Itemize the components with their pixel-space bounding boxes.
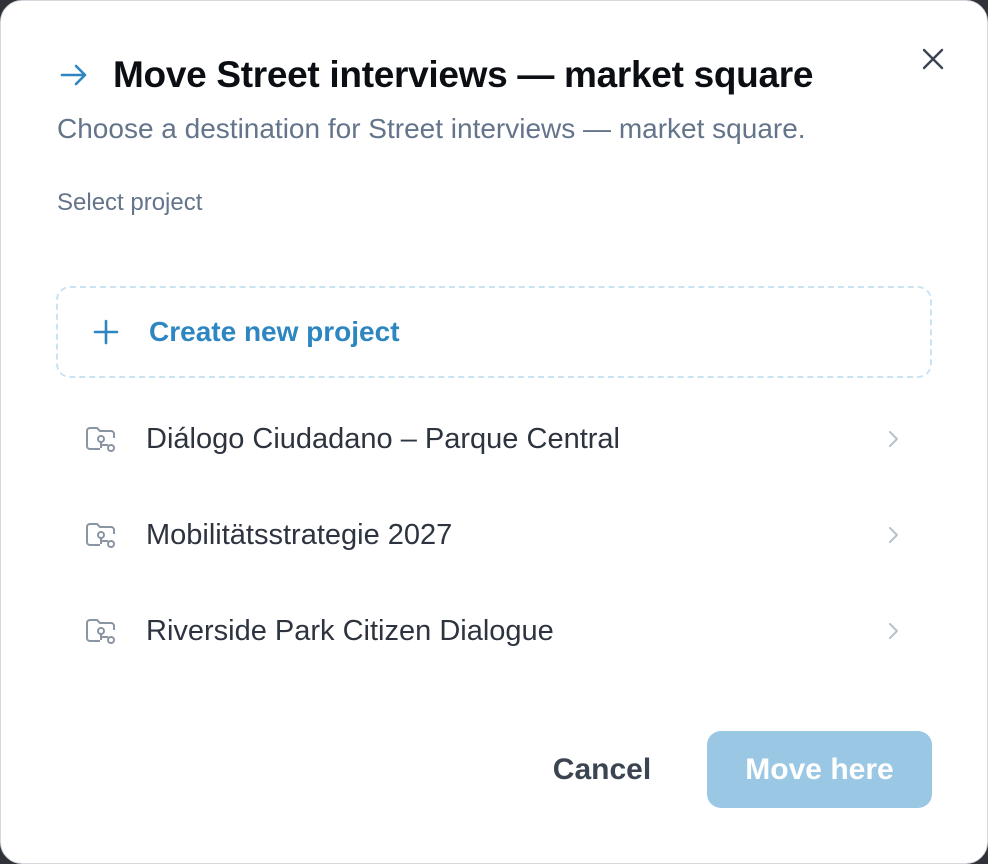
move-dialog: Move Street interviews — market square C… [0,0,988,864]
project-item-label: Riverside Park Citizen Dialogue [146,614,554,647]
create-new-project-button[interactable]: Create new project [56,286,932,378]
select-project-label: Select project [57,189,203,216]
plus-icon [91,317,121,347]
chevron-right-icon [884,523,902,547]
cancel-button[interactable]: Cancel [529,733,675,807]
project-list: Diálogo Ciudadano – Parque Central Mobil… [56,391,932,679]
project-item-label: Diálogo Ciudadano – Parque Central [146,422,620,455]
dialog-subtitle: Choose a destination for Street intervie… [57,113,806,144]
chevron-right-icon [884,427,902,451]
close-button[interactable] [913,39,953,79]
project-item-label: Mobilitätsstrategie 2027 [146,518,453,551]
project-item[interactable]: Mobilitätsstrategie 2027 [56,487,932,583]
project-item[interactable]: Diálogo Ciudadano – Parque Central [56,391,932,487]
project-folder-icon [84,422,118,456]
project-item[interactable]: Riverside Park Citizen Dialogue [56,583,932,679]
arrow-right-icon [57,58,91,92]
dialog-title: Move Street interviews — market square [113,54,814,95]
project-folder-icon [84,518,118,552]
dialog-header: Move Street interviews — market square [57,49,813,101]
create-new-project-label: Create new project [149,316,400,347]
chevron-right-icon [884,619,902,643]
project-folder-icon [84,614,118,648]
close-icon [922,48,944,70]
move-here-button[interactable]: Move here [707,731,932,808]
